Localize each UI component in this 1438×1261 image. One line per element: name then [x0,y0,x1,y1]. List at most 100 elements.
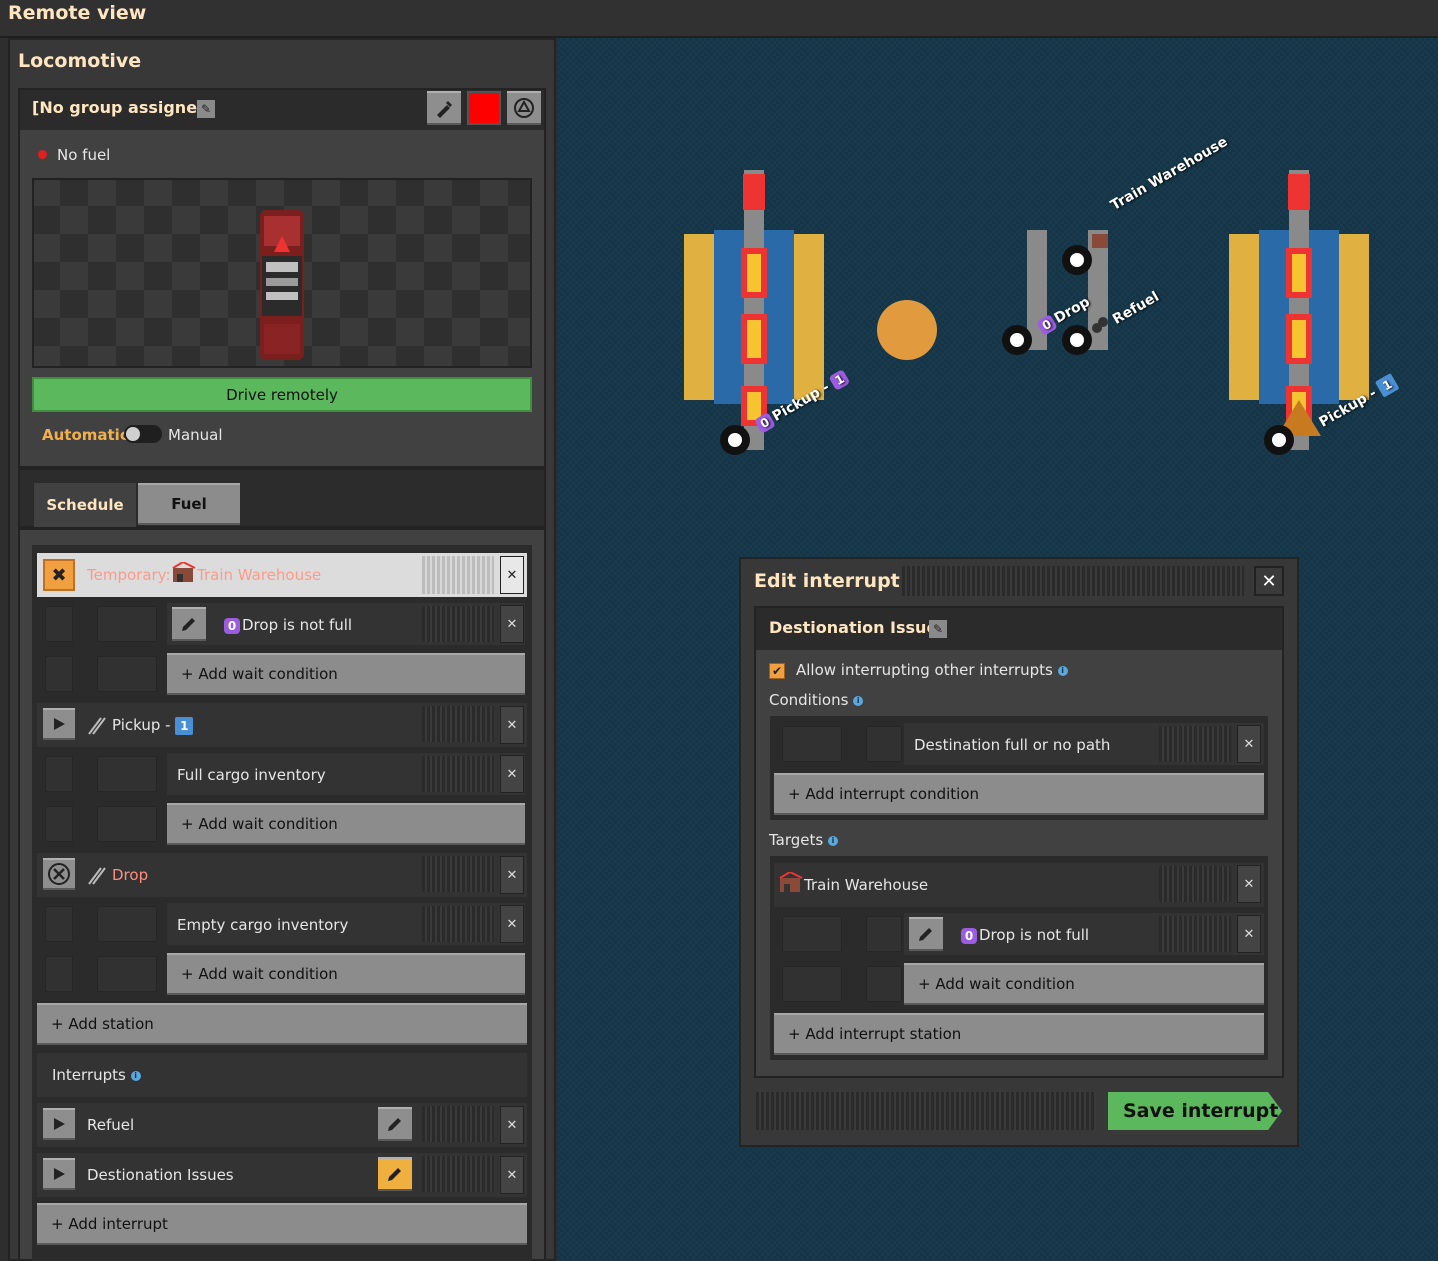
play-icon[interactable] [43,1108,75,1140]
condition-slot [97,756,157,792]
info-icon[interactable]: i [828,835,839,846]
drag-handle[interactable] [422,906,494,942]
close-icon[interactable]: ✕ [500,856,524,894]
drag-handle[interactable] [1159,916,1231,952]
condition-slot [97,956,157,992]
close-icon[interactable]: ✕ [1237,725,1261,763]
condition-slot [97,606,157,642]
close-icon[interactable]: ✕ [500,755,524,793]
condition-slot [866,966,902,1002]
add-wait-condition-button[interactable]: + Add wait condition [904,963,1264,1005]
drag-handle[interactable] [422,756,494,792]
close-icon[interactable]: ✕ [500,706,524,744]
close-icon[interactable]: ✕ [500,556,524,594]
edit-pencil-icon[interactable] [909,917,943,951]
footer-drag-handle[interactable] [756,1092,1096,1130]
target-condition-label: 0 Drop is not full [961,926,1089,944]
pickup-station-label: Pickup - 1 [112,716,194,735]
edit-name-icon[interactable]: ✎ [929,620,947,638]
interrupt-name: Refuel [87,1116,135,1134]
signal-1-icon: 1 [175,717,194,735]
group-name: [No group assigned] [32,98,216,117]
drag-handle[interactable] [422,556,494,594]
drag-handle[interactable] [1159,866,1231,902]
interrupts-title: Interrupts i [52,1066,141,1084]
interrupt-name: Destionation Issues [87,1166,234,1184]
close-icon[interactable]: ✕ [1237,865,1261,903]
add-station-button[interactable]: + Add station [37,1003,527,1045]
target-station-name: Train Warehouse [804,876,929,894]
edit-pencil-icon[interactable] [172,607,206,641]
fuel-status: No fuel [57,146,111,164]
drag-handle[interactable] [422,606,494,642]
train-stop-icon [88,867,106,885]
signal-0-icon: 0 [961,928,977,944]
dialog-close-icon[interactable]: ✕ [1254,566,1284,596]
close-icon[interactable]: ✕ [500,1156,524,1194]
signal-0-icon: 0 [224,618,240,634]
save-interrupt-button[interactable]: Save interrupt [1108,1092,1282,1130]
rail-map [684,170,1369,455]
condition-slot [866,726,902,762]
close-icon[interactable]: ✕ [500,905,524,943]
temporary-prefix: Temporary: [87,566,171,584]
play-icon[interactable] [43,1158,75,1190]
allow-interrupt-checkbox[interactable]: ✔ [769,663,785,679]
interrupt-name: Destionation Issues [769,618,947,637]
condition-slot [45,956,73,992]
tab-schedule[interactable]: Schedule [34,483,136,527]
condition-slot [866,916,902,952]
drop-station-label: Drop [112,866,149,884]
condition-slot [97,806,157,842]
locomotive-image-icon [260,210,304,360]
drive-remotely-button[interactable]: Drive remotely [32,377,532,412]
temp-condition-label: 0 Drop is not full [224,616,352,634]
condition-slot [782,726,842,762]
drag-handle[interactable] [422,1156,494,1192]
close-icon[interactable]: ✕ [1237,915,1261,953]
condition-slot [45,656,73,692]
status-dot-icon [38,150,47,159]
train-settings-icon[interactable] [507,91,541,125]
condition-slot [45,606,73,642]
info-icon[interactable]: i [1057,665,1068,676]
drag-handle[interactable] [422,706,494,742]
close-icon[interactable]: ✕ [500,1106,524,1144]
drag-handle[interactable] [1159,726,1231,762]
unavailable-icon[interactable] [43,858,75,890]
drag-handle[interactable] [422,856,494,892]
train-warehouse-icon [172,562,196,582]
targets-title: Targets i [769,831,839,849]
info-icon[interactable]: i [853,695,864,706]
condition-slot [782,966,842,1002]
condition-slot [45,756,73,792]
add-wait-condition-button[interactable]: + Add wait condition [167,653,525,695]
tab-fuel[interactable]: Fuel [138,483,240,525]
mode-manual-label: Manual [168,426,223,444]
info-icon[interactable]: i [130,1070,141,1081]
add-interrupt-station-button[interactable]: + Add interrupt station [774,1013,1264,1055]
color-swatch [469,93,499,123]
train-stop-icon [88,717,106,735]
pickup-condition-label: Full cargo inventory [177,766,326,784]
temporary-status-icon[interactable]: ✖ [43,559,75,591]
dialog-drag-handle[interactable] [902,566,1244,596]
window-title: Remote view [8,2,147,24]
play-icon[interactable] [43,708,75,740]
drag-handle[interactable] [422,1106,494,1142]
eyedropper-icon[interactable] [427,91,461,125]
edit-group-icon[interactable]: ✎ [197,100,215,118]
edit-pencil-icon[interactable] [378,1107,412,1141]
add-interrupt-button[interactable]: + Add interrupt [37,1203,527,1245]
add-wait-condition-button[interactable]: + Add wait condition [167,953,525,995]
add-interrupt-condition-button[interactable]: + Add interrupt condition [774,773,1264,815]
locomotive-preview [32,178,532,368]
add-wait-condition-button[interactable]: + Add wait condition [167,803,525,845]
close-icon[interactable]: ✕ [500,605,524,643]
mode-toggle[interactable] [124,425,162,443]
condition-slot [97,906,157,942]
edit-pencil-icon[interactable] [378,1157,412,1191]
color-swatch-button[interactable] [467,91,501,125]
toggle-knob [126,427,140,441]
condition-slot [97,656,157,692]
